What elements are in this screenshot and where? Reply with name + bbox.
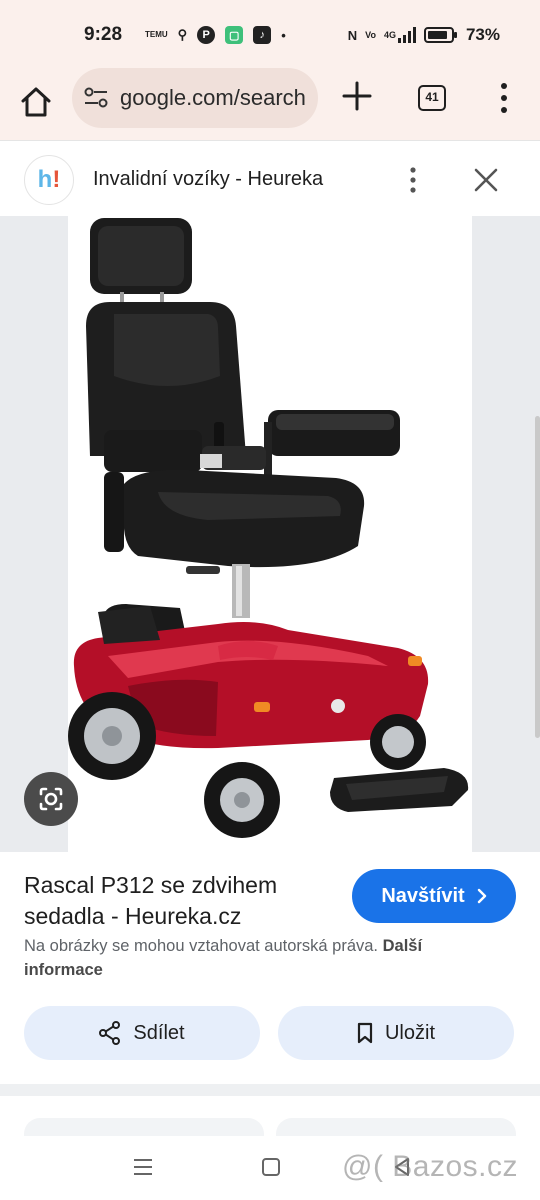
battery-percent: 73% [465, 25, 500, 44]
save-button[interactable]: Uložit [278, 1006, 514, 1060]
notification-icons: TEMU ⚲ P ▢ ♪ • [145, 22, 286, 48]
visit-button[interactable]: Navštívit [352, 869, 516, 923]
pinterest-icon: P [197, 26, 216, 44]
home-icon[interactable] [16, 82, 56, 122]
google-lens-button[interactable] [24, 772, 78, 826]
result-title[interactable]: Rascal P312 se zdvihem sedadla - Heureka… [24, 870, 334, 932]
volte-icon: Vo [365, 30, 376, 40]
save-label: Uložit [384, 1021, 435, 1044]
url-text: google.com/search [120, 85, 306, 110]
scrollbar[interactable] [535, 416, 540, 738]
more-menu-icon[interactable] [496, 80, 512, 116]
share-button[interactable]: Sdílet [24, 1006, 260, 1060]
address-bar[interactable]: google.com/search [72, 68, 318, 128]
copyright-notice: Na obrázky se mohou vztahovat autorská p… [24, 934, 494, 982]
temu-icon: TEMU [145, 30, 168, 39]
site-settings-icon[interactable] [84, 87, 108, 109]
site-favicon: h! [24, 155, 74, 205]
source-more-icon[interactable] [406, 165, 420, 195]
location-icon: ⚲ [177, 27, 188, 42]
image-preview-area [0, 216, 540, 852]
wheelchair-image [68, 218, 469, 838]
tab-switcher-button[interactable]: 41 [418, 85, 446, 111]
source-header: h! Invalidní vozíky - Heureka [0, 140, 540, 216]
home-nav-icon[interactable] [262, 1158, 280, 1176]
browser-toolbar: google.com/search 41 [0, 66, 540, 140]
dot-icon: • [281, 27, 286, 43]
signal-4g-icon: 4G [384, 25, 416, 45]
nfc-icon: N [347, 27, 358, 43]
source-title[interactable]: Invalidní vozíky - Heureka [93, 168, 323, 191]
recents-icon[interactable] [132, 1158, 154, 1176]
copyright-text: Na obrázky se mohou vztahovat autorská p… [24, 937, 379, 955]
app-icon: ▢ [225, 26, 244, 44]
battery-icon [423, 25, 458, 45]
close-icon[interactable] [472, 166, 500, 194]
product-image[interactable] [68, 216, 472, 852]
watermark: @( Bazos.cz [342, 1150, 518, 1183]
section-divider [0, 1084, 540, 1096]
status-time: 9:28 [84, 24, 123, 45]
share-icon [99, 1021, 121, 1045]
bookmark-icon [357, 1022, 373, 1044]
new-tab-icon[interactable] [340, 79, 374, 113]
chevron-right-icon [477, 888, 486, 904]
system-icons: N Vo 4G 73% [348, 22, 500, 48]
lens-icon [39, 787, 63, 811]
system-nav-bar: @( Bazos.cz [0, 1136, 540, 1200]
share-label: Sdílet [133, 1021, 185, 1044]
status-bar: 9:28 TEMU ⚲ P ▢ ♪ • N Vo 4G 73% [0, 0, 540, 70]
visit-label: Navštívit [381, 884, 465, 907]
tiktok-icon: ♪ [253, 26, 272, 44]
